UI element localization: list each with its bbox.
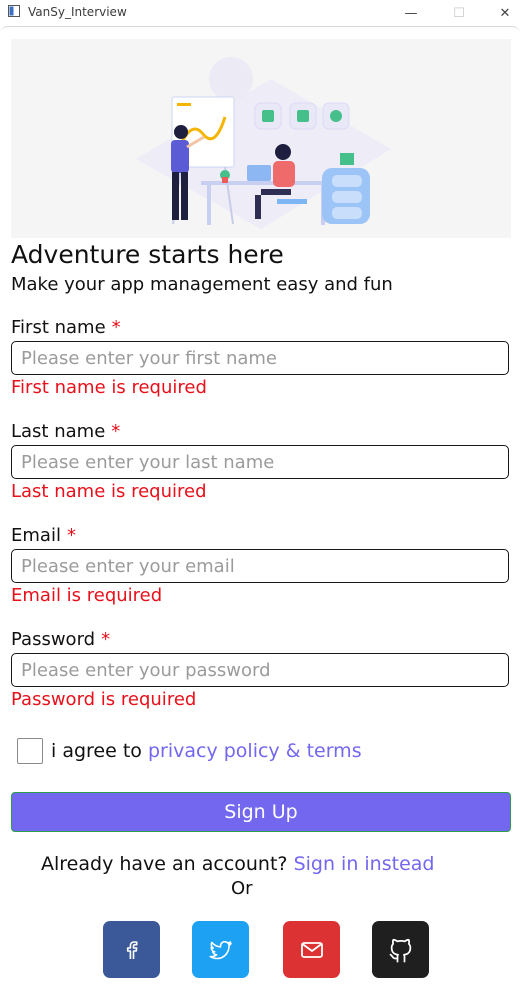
required-marker: * — [66, 525, 76, 546]
app-window-icon — [8, 5, 20, 17]
hero-illustration — [11, 39, 511, 238]
window-frame-top — [0, 26, 520, 35]
close-icon: ✕ — [499, 5, 511, 21]
mail-icon — [300, 941, 323, 958]
facebook-icon — [126, 940, 137, 959]
password-label-text: Password — [11, 629, 96, 650]
minimize-icon: — — [404, 5, 418, 21]
first-name-label: First name * — [11, 317, 121, 338]
email-input[interactable] — [11, 549, 509, 583]
agree-checkbox[interactable] — [17, 738, 43, 764]
maximize-button[interactable]: ☐ — [436, 0, 482, 26]
close-button[interactable]: ✕ — [482, 0, 520, 26]
github-button[interactable] — [372, 921, 429, 978]
required-marker: * — [101, 629, 111, 650]
password-input[interactable] — [11, 653, 509, 687]
signin-prompt: Already have an account? Sign in instead — [41, 853, 434, 875]
page-subtitle: Make your app management easy and fun — [11, 274, 393, 295]
page-title: Adventure starts here — [11, 240, 284, 269]
first-name-input[interactable] — [11, 341, 509, 375]
team-at-desk-illustration — [136, 57, 391, 229]
last-name-error: Last name is required — [11, 481, 207, 502]
sign-in-link[interactable]: Sign in instead — [294, 853, 435, 875]
last-name-label: Last name * — [11, 421, 120, 442]
last-name-label-text: Last name — [11, 421, 106, 442]
email-label: Email * — [11, 525, 76, 546]
first-name-label-text: First name — [11, 317, 106, 338]
already-have-account-text: Already have an account? — [41, 853, 288, 875]
first-name-error: First name is required — [11, 377, 207, 398]
password-label: Password * — [11, 629, 110, 650]
agree-text: i agree to privacy policy & terms — [51, 740, 362, 762]
required-marker: * — [111, 317, 121, 338]
sign-up-button[interactable]: Sign Up — [11, 792, 511, 832]
or-divider-text: Or — [231, 878, 253, 899]
twitter-icon — [209, 940, 232, 959]
facebook-button[interactable] — [103, 921, 160, 978]
window-title: VanSy_Interview — [28, 5, 127, 19]
agree-prefix: i agree to — [51, 740, 142, 762]
email-label-text: Email — [11, 525, 61, 546]
minimize-button[interactable]: — — [388, 0, 434, 26]
last-name-input[interactable] — [11, 445, 509, 479]
required-marker: * — [111, 421, 121, 442]
gmail-button[interactable] — [283, 921, 340, 978]
maximize-icon: ☐ — [453, 5, 465, 21]
twitter-button[interactable] — [192, 921, 249, 978]
privacy-policy-link[interactable]: privacy policy & terms — [148, 740, 362, 762]
password-error: Password is required — [11, 689, 197, 710]
email-error: Email is required — [11, 585, 163, 606]
window-titlebar: VanSy_Interview — ☐ ✕ — [0, 0, 520, 26]
github-icon — [389, 938, 411, 963]
